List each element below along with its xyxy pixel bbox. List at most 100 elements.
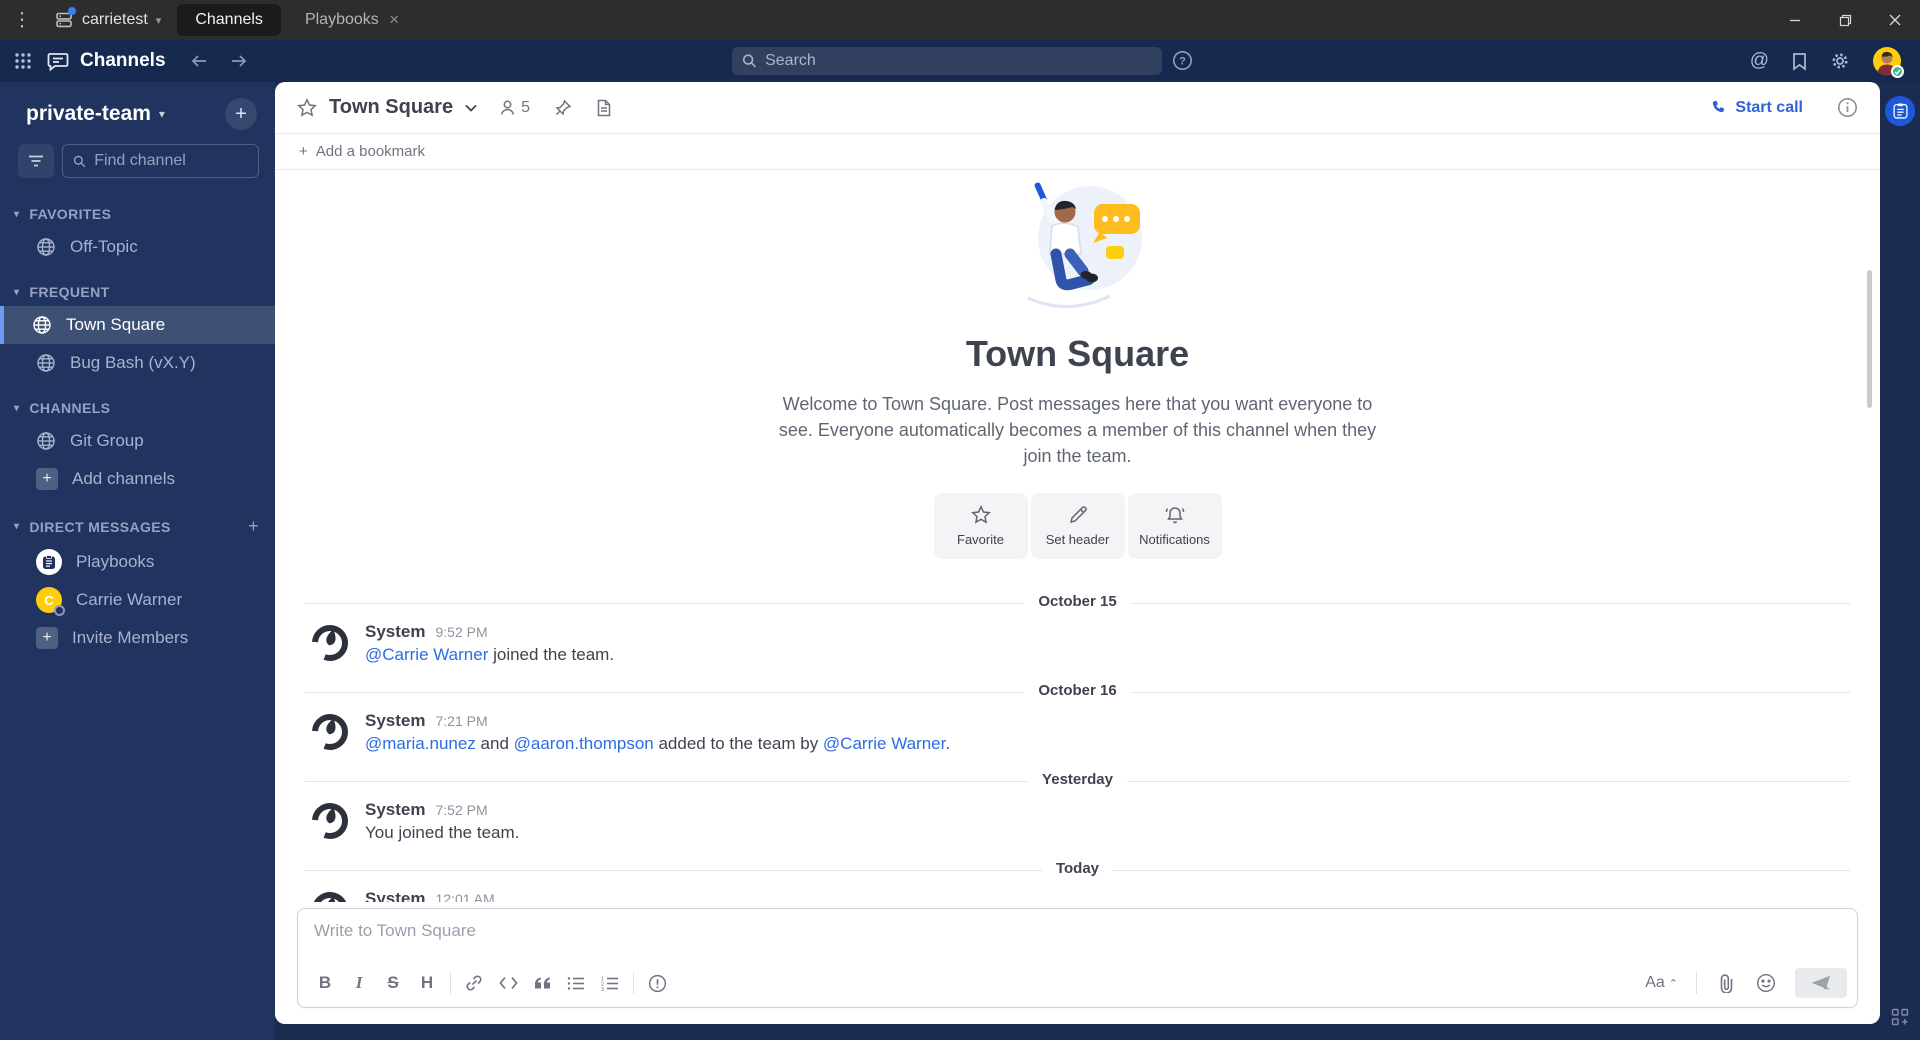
message-sender[interactable]: System [365,800,425,820]
find-channel-input[interactable] [94,152,248,170]
forward-icon[interactable] [226,48,252,74]
category-label: FREQUENT [29,284,110,300]
channel-name[interactable]: Town Square [329,96,453,119]
mention-link[interactable]: @Carrie Warner [823,734,945,753]
globe-icon [37,238,55,256]
playbooks-app-icon[interactable] [1885,96,1915,126]
link-button[interactable] [457,968,491,998]
global-search[interactable] [732,47,1162,75]
tab-playbooks[interactable]: Playbooks ✕ [287,4,418,36]
minimize-button[interactable] [1770,0,1820,40]
mentions-icon[interactable]: @ [1750,50,1769,72]
channel-info-icon[interactable] [1837,97,1858,118]
close-button[interactable] [1870,0,1920,40]
channel-files-icon[interactable] [596,99,612,117]
sidebar-item-town-square[interactable]: Town Square [0,306,275,344]
team-name[interactable]: private-team [26,102,151,126]
filter-icon[interactable] [18,144,54,178]
mention-link[interactable]: @Carrie Warner [365,645,488,664]
back-icon[interactable] [186,48,212,74]
message-system-3[interactable]: System 7:52 PM You joined the team. [289,791,1866,852]
close-tab-icon[interactable]: ✕ [389,12,400,28]
help-icon[interactable]: ? [1172,50,1193,71]
add-channel-plus-button[interactable]: + [225,98,257,130]
date-label[interactable]: Yesterday [1028,771,1127,789]
server-name: carrietest [82,11,148,28]
sidebar-item-bug-bash[interactable]: Bug Bash (vX.Y) [0,344,275,382]
message-sender[interactable]: System [365,711,425,731]
main-content: Town Square 5 Start call + Add a bookmar… [275,82,1880,1024]
members-button[interactable]: 5 [499,99,530,117]
bold-button[interactable]: B [308,968,342,998]
emoji-picker-button[interactable] [1749,968,1783,998]
scrollbar[interactable] [1867,270,1872,408]
date-label[interactable]: October 16 [1024,682,1131,700]
category-label: FAVORITES [29,206,112,222]
global-header: Channels ? @ [0,40,1920,82]
dm-label: Invite Members [72,628,189,647]
mention-link[interactable]: @aaron.thompson [514,734,654,753]
app-menu-icon[interactable]: ⋮ [0,9,44,32]
find-channel-box[interactable] [62,144,259,178]
set-header-button[interactable]: Set header [1030,493,1125,560]
sidebar-item-playbooks-dm[interactable]: Playbooks [0,543,275,581]
header-right-icons: @ [1750,46,1920,78]
tab-channels[interactable]: Channels [177,4,281,36]
message-system-2[interactable]: System 7:21 PM @maria.nunez and @aaron.t… [289,702,1866,763]
system-avatar [309,889,351,902]
notifications-button[interactable]: Notifications [1127,493,1222,560]
date-divider: Today [289,860,1866,880]
search-input[interactable] [765,52,1152,70]
formatting-toggle-button[interactable]: Aa ⌃ [1639,974,1684,992]
category-direct-messages[interactable]: ▾ DIRECT MESSAGES + [0,498,275,543]
server-selector[interactable]: carrietest ▾ [44,0,177,40]
add-dm-plus-icon[interactable]: + [248,516,259,537]
user-avatar[interactable] [1872,46,1904,78]
italic-button[interactable]: I [342,968,376,998]
intro-title: Town Square [965,333,1190,374]
numbered-list-button[interactable]: 123 [593,968,627,998]
date-label[interactable]: October 15 [1024,593,1131,611]
code-button[interactable] [491,968,525,998]
chevron-down-icon[interactable] [465,104,477,112]
pinned-posts-icon[interactable] [554,99,572,117]
app-switcher-icon[interactable] [1891,1008,1909,1026]
send-button[interactable] [1795,968,1847,998]
message-text: and [475,734,514,754]
start-call-button[interactable]: Start call [1711,99,1803,117]
bulleted-list-button[interactable] [559,968,593,998]
strikethrough-button[interactable]: S [376,968,410,998]
message-input[interactable]: Write to Town Square [298,909,1857,963]
message-system-4[interactable]: System 12:01 AM @Playbooks joined the te… [289,880,1866,902]
search-icon [742,54,757,68]
sidebar-item-carrie-warner[interactable]: C Carrie Warner [0,581,275,619]
app-bar [1880,82,1920,1040]
category-favorites[interactable]: ▾ FAVORITES [0,188,275,228]
category-channels[interactable]: ▾ CHANNELS [0,382,275,422]
chevron-up-icon: ⌃ [1668,977,1678,990]
sidebar-item-git-group[interactable]: Git Group [0,422,275,460]
set-header-button-label: Set header [1045,532,1110,548]
category-frequent[interactable]: ▾ FREQUENT [0,266,275,306]
heading-button[interactable]: H [410,968,444,998]
add-bookmark-button[interactable]: + Add a bookmark [275,134,1880,170]
quote-button[interactable] [525,968,559,998]
channels-logo-icon [47,53,69,72]
sidebar-item-invite-members[interactable]: + Invite Members [0,619,275,657]
mention-link[interactable]: @maria.nunez [365,734,476,753]
chevron-down-icon: ▾ [14,402,20,414]
message-priority-button[interactable] [640,968,674,998]
restore-button[interactable] [1820,0,1870,40]
attachment-button[interactable] [1709,968,1743,998]
favorite-star-icon[interactable] [297,97,317,118]
favorite-button[interactable]: Favorite [933,493,1028,560]
sidebar-item-off-topic[interactable]: Off-Topic [0,228,275,266]
message-sender[interactable]: System [365,622,425,642]
date-label[interactable]: Today [1041,860,1114,878]
message-system-1[interactable]: System 9:52 PM @Carrie Warner joined the… [289,613,1866,674]
settings-gear-icon[interactable] [1830,51,1850,71]
sidebar-item-add-channels[interactable]: + Add channels [0,460,275,498]
message-sender[interactable]: System [365,889,425,902]
product-switcher-icon[interactable] [0,52,46,70]
saved-posts-icon[interactable] [1791,52,1808,71]
